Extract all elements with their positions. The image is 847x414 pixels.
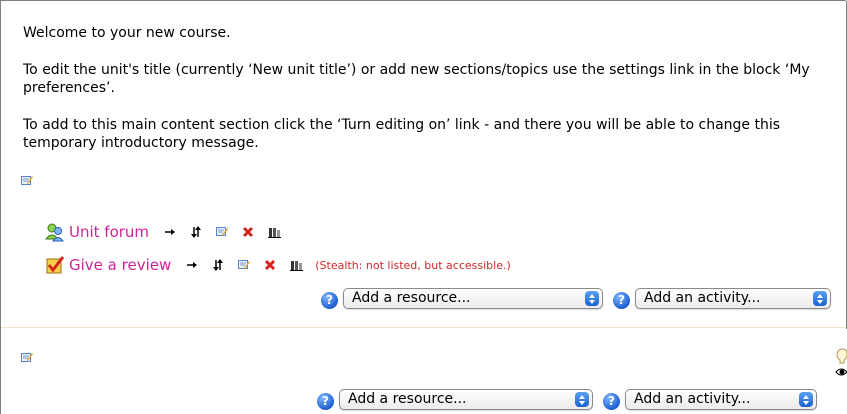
module-row-review: Give a review (Stealth: not listed, but … <box>45 254 511 276</box>
edit-icon[interactable] <box>237 258 251 272</box>
add-activity-select[interactable]: Add an activity... <box>635 288 831 309</box>
select-arrows-icon <box>813 291 827 306</box>
edit-icon[interactable] <box>215 225 229 239</box>
delete-icon[interactable] <box>241 225 255 239</box>
module-link-review[interactable]: Give a review <box>69 256 171 274</box>
groups-icon[interactable] <box>289 258 304 272</box>
add-resource-select[interactable]: Add a resource... <box>343 288 603 309</box>
add-activity-select-value: Add an activity... <box>644 290 761 306</box>
module-link-forum[interactable]: Unit forum <box>69 223 149 241</box>
feedback-icon <box>45 255 65 275</box>
course-section-1: ? Add a resource... ? Add an activity... <box>1 328 847 414</box>
edit-summary-icon[interactable] <box>21 175 33 186</box>
edit-title-instructions: To edit the unit's title (currently ‘New… <box>23 62 810 96</box>
groups-icon[interactable] <box>267 225 282 239</box>
show-hide-eye-icon[interactable] <box>835 366 847 378</box>
help-icon[interactable]: ? <box>603 392 620 410</box>
course-section-0: Welcome to your new course. To edit the … <box>1 0 847 329</box>
select-arrows-icon <box>799 392 813 407</box>
help-icon[interactable]: ? <box>317 392 334 410</box>
move-right-icon[interactable] <box>185 258 199 272</box>
add-resource-select-value: Add a resource... <box>348 391 467 407</box>
add-activity-select[interactable]: Add an activity... <box>625 389 817 410</box>
stealth-note: (Stealth: not listed, but accessible.) <box>315 258 511 272</box>
module-row-forum: Unit forum <box>44 221 293 243</box>
help-icon[interactable]: ? <box>613 291 630 309</box>
select-arrows-icon <box>575 392 589 407</box>
forum-icon <box>44 222 65 242</box>
help-icon[interactable]: ? <box>321 291 338 309</box>
delete-icon[interactable] <box>263 258 277 272</box>
add-controls-section-0: ? Add a resource... ? Add an activity... <box>321 288 831 309</box>
add-content-instructions: To add to this main content section clic… <box>23 117 781 151</box>
add-resource-select[interactable]: Add a resource... <box>339 389 593 410</box>
move-updown-icon[interactable] <box>189 225 203 239</box>
add-controls-section-1: ? Add a resource... ? Add an activity... <box>317 389 817 410</box>
welcome-text: Welcome to your new course. <box>23 25 231 41</box>
add-resource-select-value: Add a resource... <box>352 290 471 306</box>
edit-summary-icon[interactable] <box>21 352 33 363</box>
highlight-lightbulb-icon[interactable] <box>835 348 847 366</box>
select-arrows-icon <box>585 291 599 306</box>
move-right-icon[interactable] <box>163 225 177 239</box>
move-updown-icon[interactable] <box>211 258 225 272</box>
add-activity-select-value: Add an activity... <box>634 391 751 407</box>
